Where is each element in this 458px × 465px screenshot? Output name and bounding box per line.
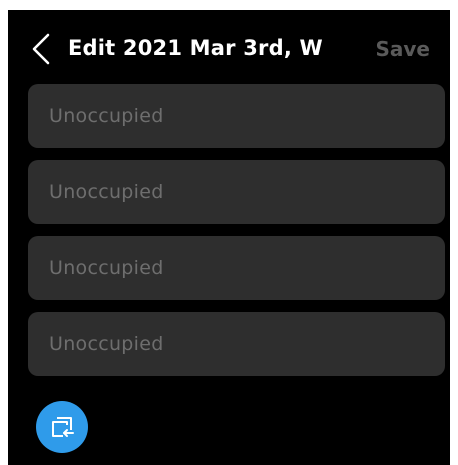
period-field-4[interactable]: Unoccupied [28,312,445,376]
save-button[interactable]: Save [375,37,430,61]
back-button[interactable] [26,32,60,66]
page-title: Edit 2021 Mar 3rd, W [68,36,323,60]
period-label: Unoccupied [49,181,164,203]
period-label: Unoccupied [49,105,164,127]
period-list: Unoccupied Unoccupied Unoccupied Unoccup… [28,84,445,388]
header: Edit 2021 Mar 3rd, W Save [8,10,450,84]
schedule-edit-screen: Edit 2021 Mar 3rd, W Save Unoccupied Uno… [8,10,450,465]
copy-schedule-button[interactable] [36,401,88,453]
period-field-1[interactable]: Unoccupied [28,84,445,148]
period-label: Unoccupied [49,333,164,355]
chevron-left-icon [32,33,50,65]
period-field-2[interactable]: Unoccupied [28,160,445,224]
period-label: Unoccupied [49,257,164,279]
copy-schedule-icon [52,417,74,437]
period-field-3[interactable]: Unoccupied [28,236,445,300]
